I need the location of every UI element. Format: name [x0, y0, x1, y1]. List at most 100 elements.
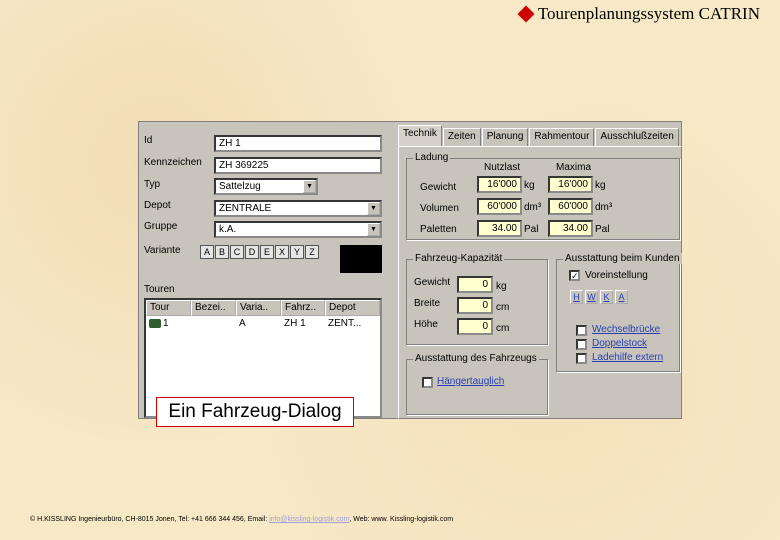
variant-button[interactable]: Y	[290, 245, 304, 259]
maxima-volumen-field[interactable]: 60'000	[548, 198, 593, 215]
kennzeichen-field[interactable]: ZH 369225	[214, 157, 382, 174]
footer-email-link[interactable]: info@kissling-logistik.com	[269, 516, 349, 523]
tab-bar: Technik Zeiten Planung Rahmentour Aussch…	[398, 125, 679, 146]
kunden-button-h[interactable]: H	[570, 290, 583, 304]
typ-select[interactable]: Sattelzug ▼	[214, 178, 318, 195]
tab-technik[interactable]: Technik	[398, 125, 442, 146]
chevron-down-icon[interactable]: ▼	[367, 223, 380, 236]
table-cell: A	[239, 318, 246, 329]
gruppe-value: k.A.	[219, 224, 237, 235]
kennzeichen-label: Kennzeichen	[144, 157, 202, 168]
gruppe-select[interactable]: k.A. ▼	[214, 221, 382, 238]
column-header[interactable]: Fahrz..	[281, 300, 325, 316]
slide-title-text: Tourenplanungssystem CATRIN	[537, 4, 760, 23]
paletten-label: Paletten	[420, 224, 457, 235]
typ-label: Typ	[144, 179, 161, 190]
volumen-label: Volumen	[420, 203, 459, 214]
column-header[interactable]: Varia..	[236, 300, 281, 316]
voreinstellung-label: Voreinstellung	[585, 270, 648, 281]
unit-label: kg	[524, 180, 535, 191]
variant-button[interactable]: D	[245, 245, 259, 259]
nutzlast-paletten-field[interactable]: 34.00	[477, 220, 522, 237]
depot-label: Depot	[144, 200, 171, 211]
id-label: Id	[144, 135, 153, 146]
variante-label: Variante	[144, 245, 181, 256]
gewicht-label: Gewicht	[420, 182, 457, 193]
tab-planung[interactable]: Planung	[481, 128, 529, 146]
kap-gewicht-field[interactable]: 0	[457, 276, 493, 293]
ladung-title: Ladung	[413, 152, 451, 163]
unit-label: dm³	[595, 202, 613, 213]
column-header[interactable]: Bezei..	[191, 300, 236, 316]
unit-label: cm	[496, 323, 510, 334]
footer-text: © H.KISSLING Ingenieurbüro, CH-8015 Jone…	[30, 516, 270, 523]
ausstattung-fahrzeug-title: Ausstattung des Fahrzeugs	[413, 353, 539, 364]
tab-ausschlusszeiten[interactable]: Ausschlußzeiten	[595, 128, 679, 146]
nutzlast-volumen-field[interactable]: 60'000	[477, 198, 522, 215]
variant-button[interactable]: Z	[305, 245, 319, 259]
table-row[interactable]: 1 A ZH 1 ZENT...	[146, 316, 380, 332]
kap-hoehe-field[interactable]: 0	[457, 318, 493, 335]
footer-web: , Web: www. Kissling-logistik.com	[349, 516, 454, 523]
kap-breite-label: Breite	[414, 298, 441, 309]
ladehilfe-label: Ladehilfe extern	[592, 352, 664, 363]
kap-breite-field[interactable]: 0	[457, 297, 493, 314]
typ-value: Sattelzug	[219, 181, 261, 192]
column-header[interactable]: Tour	[146, 300, 191, 316]
caption-box: Ein Fahrzeug-Dialog	[156, 397, 354, 427]
kapazitaet-title: Fahrzeug-Kapazität	[413, 253, 505, 264]
unit-label: kg	[595, 180, 606, 191]
column-header[interactable]: Depot	[325, 300, 380, 316]
maxima-paletten-field[interactable]: 34.00	[548, 220, 593, 237]
diamond-bullet-icon	[517, 5, 535, 23]
maxima-gewicht-field[interactable]: 16'000	[548, 176, 593, 193]
kunden-button-a[interactable]: A	[615, 290, 628, 304]
unit-label: kg	[496, 281, 507, 292]
ladehilfe-checkbox[interactable]	[576, 353, 587, 364]
chevron-down-icon[interactable]: ▼	[367, 202, 380, 215]
kunden-button-w[interactable]: W	[585, 290, 598, 304]
wechselbruecke-checkbox[interactable]	[576, 325, 587, 336]
kap-hoehe-label: Höhe	[414, 319, 438, 330]
unit-label: cm	[496, 302, 510, 313]
nutzlast-header: Nutzlast	[484, 162, 521, 173]
tab-zeiten[interactable]: Zeiten	[442, 128, 481, 146]
variant-button[interactable]: X	[275, 245, 289, 259]
tour-number: 1	[163, 318, 169, 329]
variant-button[interactable]: E	[260, 245, 274, 259]
haenger-label: Hängertauglich	[437, 376, 505, 387]
ausstattung-kunden-title: Ausstattung beim Kunden	[563, 253, 682, 264]
touren-label: Touren	[144, 284, 175, 295]
variant-button[interactable]: C	[230, 245, 244, 259]
depot-value: ZENTRALE	[219, 203, 272, 214]
slide-title: Tourenplanungssystem CATRIN	[517, 4, 760, 24]
variant-button[interactable]: B	[215, 245, 229, 259]
truck-icon	[149, 318, 161, 328]
unit-label: Pal	[524, 224, 539, 235]
variant-buttons: A B C D E X Y Z	[200, 245, 319, 259]
table-cell	[191, 316, 236, 332]
id-field[interactable]: ZH 1	[214, 135, 382, 152]
table-header: Tour Bezei.. Varia.. Fahrz.. Depot	[146, 300, 380, 316]
tab-rahmentour[interactable]: Rahmentour	[529, 128, 595, 146]
voreinstellung-checkbox[interactable]: ✓	[569, 270, 580, 281]
table-cell: 1	[146, 316, 191, 332]
doppelstock-label: Doppelstock	[592, 338, 648, 349]
haenger-checkbox[interactable]	[422, 377, 433, 388]
doppelstock-checkbox[interactable]	[576, 339, 587, 350]
depot-select[interactable]: ZENTRALE ▼	[214, 200, 382, 217]
kap-gewicht-label: Gewicht	[414, 277, 451, 288]
nutzlast-gewicht-field[interactable]: 16'000	[477, 176, 522, 193]
kunden-button-k[interactable]: K	[600, 290, 613, 304]
color-swatch[interactable]	[340, 245, 382, 273]
unit-label: dm³	[524, 202, 542, 213]
chevron-down-icon[interactable]: ▼	[303, 180, 316, 193]
gruppe-label: Gruppe	[144, 221, 178, 232]
maxima-header: Maxima	[556, 162, 592, 173]
table-cell: ZENT...	[328, 318, 362, 329]
footer: © H.KISSLING Ingenieurbüro, CH-8015 Jone…	[30, 516, 453, 523]
table-cell: ZH 1	[284, 318, 306, 329]
wechselbruecke-label: Wechselbrücke	[592, 324, 661, 335]
variant-button[interactable]: A	[200, 245, 214, 259]
unit-label: Pal	[595, 224, 610, 235]
